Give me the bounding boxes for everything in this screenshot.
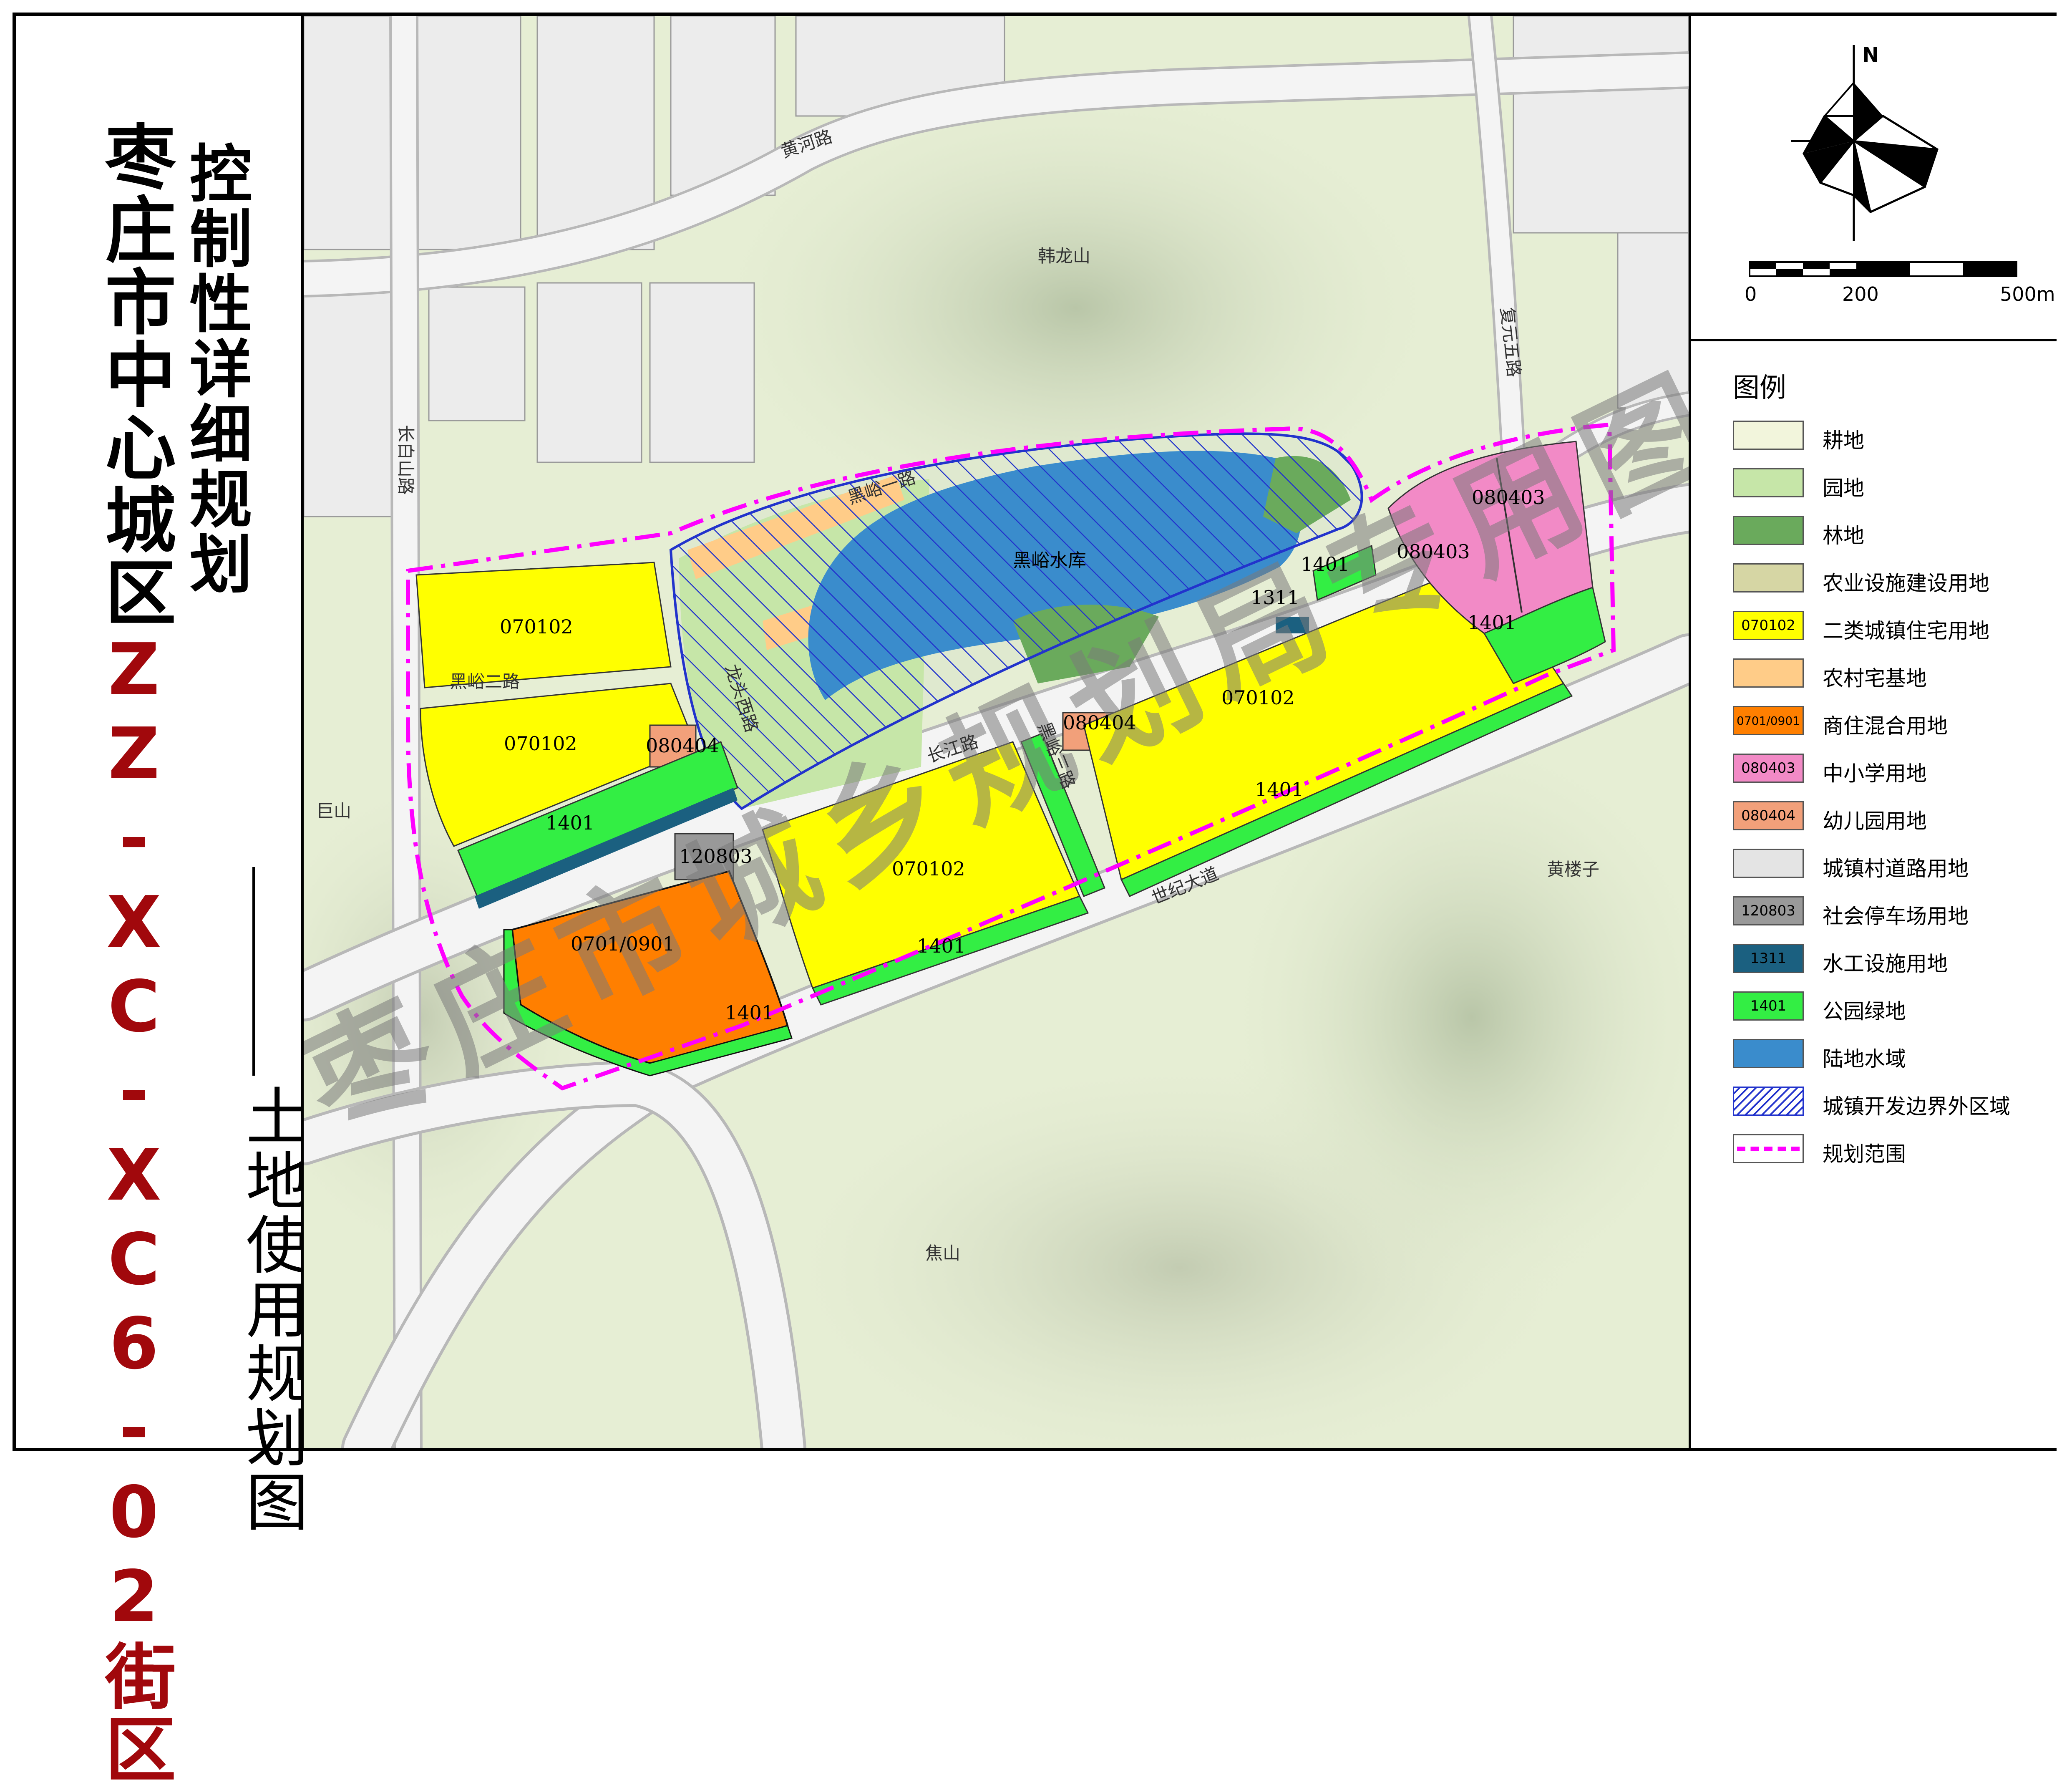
legend-code: 080403 (1741, 760, 1795, 777)
legend-swatch (1733, 468, 1804, 497)
scale-label-200: 200 (1842, 283, 1879, 305)
map-panel[interactable]: 枣庄市城乡规划局专用图 070102 070102 080404 1401 12… (304, 16, 1689, 1448)
legend-swatch (1733, 849, 1804, 878)
legend-label: 幼儿园用地 (1823, 809, 1927, 833)
parcel-label: 1311 (1251, 586, 1299, 609)
parcel-label: 070102 (892, 857, 965, 880)
legend-label: 农业设施建设用地 (1823, 571, 1989, 595)
legend-code: 1401 (1750, 998, 1787, 1014)
legend-label: 耕地 (1823, 429, 1864, 453)
title-line-2: 枣庄市中心城区ZZ-XC-XC6-02街区 (83, 120, 185, 1785)
legend-swatch: 120803 (1733, 896, 1804, 925)
legend-item: 1401 公园绿地 (1733, 991, 2050, 1025)
legend-swatch (1733, 1087, 1804, 1116)
parcel-label: 080404 (1063, 711, 1136, 734)
title-block-code: ZZ-XC-XC6-02街区 (93, 628, 175, 1785)
legend-label: 中小学用地 (1823, 761, 1927, 786)
legend-code: 080404 (1741, 807, 1795, 824)
place-name: 焦山 (925, 1243, 960, 1263)
legend-swatch: 080404 (1733, 801, 1804, 830)
legend-swatch (1733, 421, 1804, 450)
legend-item: 080404 幼儿园用地 (1733, 801, 2050, 835)
legend-label: 园地 (1823, 476, 1864, 500)
legend-swatch: 080403 (1733, 754, 1804, 783)
legend-label: 林地 (1823, 524, 1864, 548)
legend-swatch (1733, 1134, 1804, 1163)
legend-swatch: 1401 (1733, 991, 1804, 1021)
parcel-label: 1401 (546, 812, 594, 834)
legend-item: 农业设施建设用地 (1733, 563, 2050, 597)
place-name: 黄楼子 (1547, 859, 1599, 880)
parcel-label: 1401 (725, 1001, 774, 1024)
road-name: 黑峪二路 (450, 671, 520, 692)
legend-item: 1311 水工设施用地 (1733, 944, 2050, 977)
legend-swatch (1733, 516, 1804, 545)
legend-item: 城镇村道路用地 (1733, 849, 2050, 882)
legend-code: 0701/0901 (1737, 713, 1800, 728)
legend-swatch: 0701/0901 (1733, 706, 1804, 735)
parcel-label: 0701/0901 (571, 933, 675, 955)
compass-and-scale: N 0 200 500m (1691, 16, 2057, 341)
road-name: 长白山路 (395, 425, 416, 495)
parcel-label: 1401 (1468, 611, 1516, 634)
legend-label: 水工设施用地 (1823, 952, 1948, 976)
parcel-label: 120803 (679, 845, 753, 867)
legend-swatch (1733, 1039, 1804, 1068)
legend-item: 园地 (1733, 468, 2050, 502)
subtitle-divider (252, 867, 255, 1076)
parcel-label: 080404 (646, 734, 719, 757)
legend-code: 070102 (1741, 617, 1795, 634)
parcel-label: 070102 (1221, 686, 1295, 709)
reservoir-name: 黑峪水库 (1013, 550, 1086, 571)
parcel-label: 1401 (1301, 553, 1349, 575)
legend-swatch: 070102 (1733, 611, 1804, 640)
legend-label: 公园绿地 (1823, 999, 1906, 1024)
legend-label: 陆地水域 (1823, 1047, 1906, 1071)
parcel-label: 080403 (1397, 540, 1470, 563)
scale-label-0: 0 (1745, 283, 1757, 305)
legend-item: 070102 二类城镇住宅用地 (1733, 611, 2050, 644)
title-panel: 控制性详细规划 枣庄市中心城区ZZ-XC-XC6-02街区 土地使用规划图 (16, 16, 308, 1785)
legend-swatch: 1311 (1733, 944, 1804, 973)
legend-item: 规划范围 (1733, 1134, 2050, 1167)
legend-label: 二类城镇住宅用地 (1823, 619, 1989, 643)
legend-label: 城镇村道路用地 (1823, 857, 1969, 881)
legend-label: 农村宅基地 (1823, 666, 1927, 691)
legend-code: 120803 (1741, 903, 1795, 919)
parcel-label: 080403 (1472, 486, 1545, 509)
north-label: N (1862, 43, 1879, 67)
legend-label: 商住混合用地 (1823, 714, 1948, 738)
parcel-label: 070102 (504, 732, 577, 755)
legend-label: 社会停车场用地 (1823, 904, 1969, 928)
right-panel: N 0 200 500m 图例 耕地园地林地农业设施建设用地 070102 二类城镇… (1689, 16, 2057, 1448)
legend-item: 0701/0901 商住混合用地 (1733, 706, 2050, 739)
legend-code: 1311 (1750, 950, 1787, 967)
place-name: 韩龙山 (1038, 246, 1090, 266)
legend-item: 城镇开发边界外区域 (1733, 1087, 2050, 1120)
parcel-label: 1401 (917, 935, 966, 957)
legend-dashline (1737, 1147, 1800, 1151)
legend-label: 城镇开发边界外区域 (1823, 1094, 2010, 1119)
parcel-label: 1401 (1255, 778, 1304, 801)
legend-item: 林地 (1733, 516, 2050, 549)
legend-swatch (1733, 563, 1804, 592)
legend-item: 080403 中小学用地 (1733, 754, 2050, 787)
legend-item: 陆地水域 (1733, 1039, 2050, 1072)
legend-item: 农村宅基地 (1733, 658, 2050, 692)
scale-label-500m: 500m (2000, 283, 2055, 305)
place-name: 巨山 (316, 801, 351, 821)
legend-item: 120803 社会停车场用地 (1733, 896, 2050, 930)
legend-item: 耕地 (1733, 421, 2050, 454)
legend-swatch (1733, 658, 1804, 688)
legend-label: 规划范围 (1823, 1142, 1906, 1166)
parcel-label: 070102 (500, 615, 573, 638)
title-city: 枣庄市中心城区 (93, 120, 175, 628)
legend-title: 图例 (1733, 373, 1786, 403)
